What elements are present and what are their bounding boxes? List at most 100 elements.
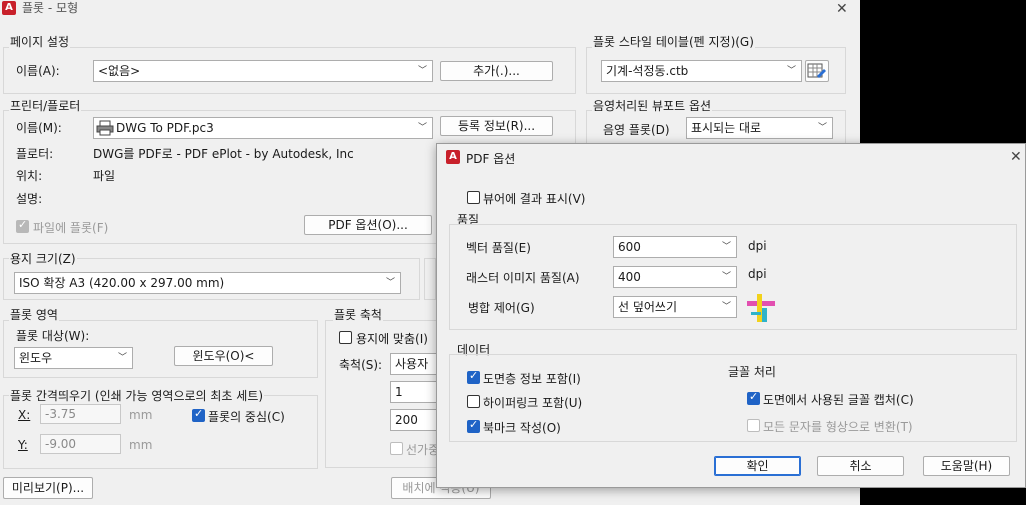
close-icon[interactable]: ✕ [836, 2, 848, 16]
chevron-down-icon: ﹀ [786, 66, 796, 76]
plot-to-file-label: 파일에 플롯(F) [33, 221, 109, 235]
page-setup-name-value: <없음> [98, 64, 141, 78]
scale-value-1-input[interactable]: 1 [390, 381, 437, 403]
plot-area-heading: 플롯 영역 [9, 306, 59, 323]
offset-y-input[interactable]: -9.00 [40, 434, 121, 454]
scale-value-1: 1 [395, 385, 403, 399]
view-result-label: 뷰어에 결과 표시(V) [483, 192, 586, 206]
edit-style-table-button[interactable] [805, 60, 829, 82]
chevron-down-icon: ﹀ [385, 278, 395, 288]
plotter-value: DWG를 PDF로 - PDF ePlot - by Autodesk, Inc [93, 147, 354, 161]
printer-heading: 프린터/플로터 [9, 97, 82, 114]
chevron-down-icon: ﹀ [721, 242, 731, 252]
style-table-edit-icon [807, 63, 826, 78]
chevron-down-icon: ﹀ [417, 123, 427, 133]
plot-scale-heading: 플롯 축척 [333, 306, 383, 323]
merge-control-label: 병합 제어(G) [468, 301, 535, 315]
shade-plot-value: 표시되는 대로 [691, 121, 762, 135]
pdf-options-button[interactable]: PDF 옵션(O)... [304, 215, 432, 235]
offset-x-label: X: [18, 408, 31, 422]
convert-text-checkbox[interactable] [747, 419, 760, 432]
close-icon[interactable]: ✕ [1010, 150, 1022, 164]
raster-quality-value: 400 [618, 270, 641, 284]
ok-button[interactable]: 확인 [714, 456, 801, 476]
dialog-title: PDF 옵션 [466, 152, 516, 166]
autocad-app-icon: A [446, 150, 460, 164]
merge-control-value: 선 덮어쓰기 [618, 300, 678, 314]
style-table-heading: 플롯 스타일 테이블(펜 지정)(G) [592, 33, 755, 50]
paper-size-combo[interactable]: ISO 확장 A3 (420.00 x 297.00 mm) ﹀ [14, 272, 401, 294]
style-table-value: 기계-석정동.ctb [606, 64, 689, 78]
scale-lineweights-label: 선가중 [406, 443, 436, 457]
scale-value-2: 200 [395, 413, 418, 427]
copies-group [424, 258, 436, 300]
printer-name-label: 이름(M): [16, 121, 62, 135]
capture-fonts-label: 도면에서 사용된 글꼴 캡처(C) [763, 393, 914, 407]
plotter-label: 플로터: [16, 147, 54, 161]
shade-plot-label: 음영 플롯(D) [603, 123, 670, 137]
convert-text-label: 모든 문자를 형상으로 변환(T) [763, 420, 913, 434]
bookmarks-label: 북마크 작성(O) [483, 421, 561, 435]
raster-quality-combo[interactable]: 400 ﹀ [613, 266, 737, 288]
plot-offset-heading: 플롯 간격띄우기 (인쇄 가능 영역으로의 최초 세트) [9, 387, 265, 404]
page-setup-name-label: 이름(A): [16, 64, 60, 78]
merge-control-combo[interactable]: 선 덮어쓰기 ﹀ [613, 296, 737, 318]
printer-properties-button[interactable]: 등록 정보(R)... [440, 116, 553, 136]
plot-what-value: 윈도우 [19, 351, 53, 365]
merge-lines-icon [747, 294, 775, 322]
plot-what-combo[interactable]: 윈도우 ﹀ [14, 347, 133, 369]
hyperlinks-label: 하이퍼링크 포함(U) [483, 396, 583, 410]
help-button[interactable]: 도움말(H) [923, 456, 1010, 476]
vector-quality-combo[interactable]: 600 ﹀ [613, 236, 737, 258]
cancel-button[interactable]: 취소 [817, 456, 904, 476]
preview-button[interactable]: 미리보기(P)... [3, 477, 93, 499]
vector-quality-label: 벡터 품질(E) [466, 241, 531, 255]
capture-fonts-checkbox[interactable] [747, 390, 760, 405]
offset-y-unit: mm [129, 438, 153, 452]
raster-quality-unit: dpi [748, 267, 767, 281]
vector-quality-unit: dpi [748, 239, 767, 253]
paper-size-heading: 용지 크기(Z) [9, 250, 77, 267]
window-title: 플롯 - 모형 [22, 1, 79, 15]
description-label: 설명: [16, 192, 43, 206]
plot-to-file-checkbox[interactable] [16, 218, 29, 233]
vector-quality-value: 600 [618, 240, 641, 254]
center-plot-checkbox[interactable] [192, 407, 205, 422]
style-table-combo[interactable]: 기계-석정동.ctb ﹀ [601, 60, 802, 82]
center-plot-label: 플롯의 중심(C) [208, 410, 285, 424]
chevron-down-icon: ﹀ [117, 353, 127, 363]
hyperlinks-checkbox[interactable] [467, 395, 480, 408]
scale-lineweights-checkbox[interactable] [390, 442, 403, 455]
fit-to-paper-checkbox[interactable] [339, 331, 352, 344]
add-button[interactable]: 추가(.)... [440, 61, 553, 81]
chevron-down-icon: ﹀ [417, 66, 427, 76]
printer-name-combo[interactable]: DWG To PDF.pc3 ﹀ [93, 117, 433, 139]
chevron-down-icon: ﹀ [721, 302, 731, 312]
printer-icon [96, 120, 114, 136]
layer-info-label: 도면층 정보 포함(I) [483, 372, 581, 386]
layer-info-checkbox[interactable] [467, 369, 480, 384]
font-handling-heading: 글꼴 처리 [728, 365, 776, 379]
paper-size-value: ISO 확장 A3 (420.00 x 297.00 mm) [19, 276, 225, 290]
offset-x-input[interactable]: -3.75 [40, 404, 121, 424]
scale-value-2-input[interactable]: 200 [390, 409, 437, 431]
pdf-options-dialog: A PDF 옵션 ✕ 뷰어에 결과 표시(V) 품질 벡터 품질(E) 600 … [436, 143, 1026, 488]
background-area [860, 0, 1026, 143]
raster-quality-label: 래스터 이미지 품질(A) [466, 271, 580, 285]
page-setup-name-combo[interactable]: <없음> ﹀ [93, 60, 433, 82]
autocad-app-icon: A [2, 1, 16, 15]
scale-combo[interactable]: 사용자 [390, 353, 437, 375]
where-value: 파일 [93, 169, 116, 183]
offset-y-label: Y: [18, 438, 28, 452]
scale-label: 축척(S): [339, 358, 383, 372]
where-label: 위치: [16, 169, 43, 183]
offset-x-unit: mm [129, 408, 153, 422]
shade-plot-combo[interactable]: 표시되는 대로 ﹀ [686, 117, 833, 139]
window-pick-button[interactable]: 윈도우(O)< [174, 346, 273, 366]
view-result-checkbox[interactable] [467, 191, 480, 204]
bookmarks-checkbox[interactable] [467, 418, 480, 433]
title-bar: A 플롯 - 모형 ✕ [0, 0, 860, 18]
chevron-down-icon: ﹀ [817, 123, 827, 133]
fit-to-paper-label: 용지에 맞춤(I) [356, 332, 428, 346]
shaded-viewport-heading: 음영처리된 뷰포트 옵션 [592, 97, 713, 114]
